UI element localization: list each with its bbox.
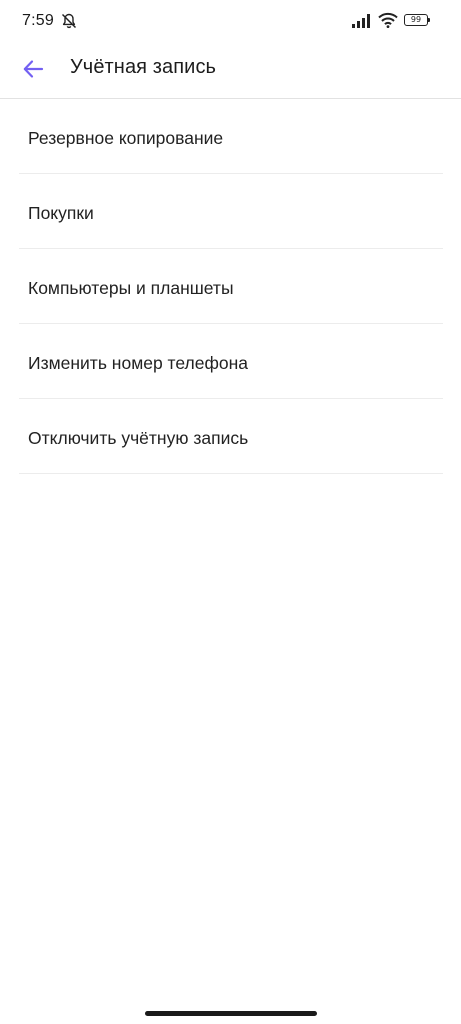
battery-icon: 99 bbox=[404, 14, 432, 27]
settings-item-label: Компьютеры и планшеты bbox=[28, 278, 234, 298]
home-indicator[interactable] bbox=[145, 1011, 317, 1016]
settings-item-label: Отключить учётную запись bbox=[28, 428, 249, 448]
settings-item-purchases[interactable]: Покупки bbox=[0, 174, 461, 249]
app-bar: Учётная запись bbox=[0, 40, 461, 99]
settings-list: Резервное копирование Покупки Компьютеры… bbox=[0, 99, 461, 474]
status-time: 7:59 bbox=[22, 12, 54, 29]
settings-item-change-phone-number[interactable]: Изменить номер телефона bbox=[0, 324, 461, 399]
settings-item-computers-tablets[interactable]: Компьютеры и планшеты bbox=[0, 249, 461, 324]
settings-item-deactivate-account[interactable]: Отключить учётную запись bbox=[0, 399, 461, 474]
settings-item-label: Изменить номер телефона bbox=[28, 353, 248, 373]
settings-item-backup[interactable]: Резервное копирование bbox=[0, 99, 461, 174]
page-title: Учётная запись bbox=[70, 56, 217, 78]
signal-icon bbox=[352, 14, 370, 28]
back-button[interactable] bbox=[14, 50, 52, 88]
arrow-left-icon bbox=[23, 60, 44, 78]
battery-level: 99 bbox=[404, 14, 428, 26]
wifi-icon bbox=[378, 12, 398, 28]
mute-bell-icon bbox=[61, 13, 77, 29]
status-bar: 7:59 99 bbox=[0, 0, 461, 40]
settings-item-label: Резервное копирование bbox=[28, 128, 224, 148]
settings-item-label: Покупки bbox=[28, 203, 94, 223]
